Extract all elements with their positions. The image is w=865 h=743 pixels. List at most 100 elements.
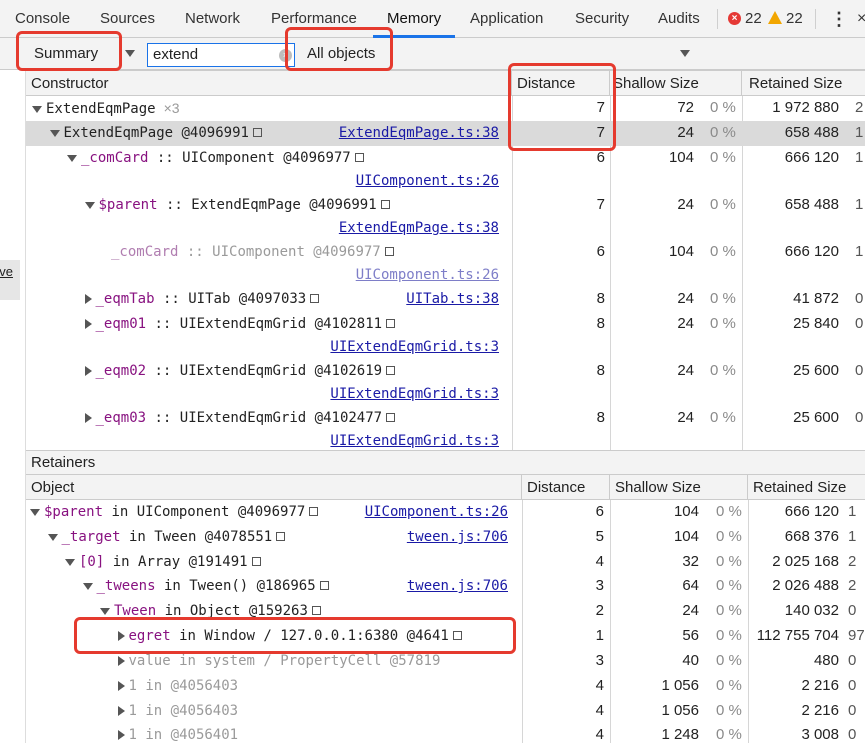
chevron-down-icon[interactable] [680, 50, 690, 57]
expand-right-icon[interactable] [117, 730, 125, 740]
error-icon[interactable]: × [728, 12, 741, 25]
table-row[interactable]: Tween in Object @159263 2 24 0 % 140 032 0 [26, 599, 865, 624]
reveal-icon[interactable] [386, 319, 396, 328]
expand-right-icon[interactable] [84, 413, 92, 423]
reveal-icon[interactable] [252, 128, 262, 137]
table-row[interactable]: [0] in Array @191491 4 32 0 % 2 025 168 2 [26, 550, 865, 575]
reveal-icon[interactable] [276, 532, 286, 541]
table-row[interactable]: $parent :: ExtendEqmPage @4096991 ExtendE… [26, 193, 865, 240]
expand-right-icon[interactable] [84, 366, 92, 376]
reveal-icon[interactable] [319, 581, 329, 590]
tab-application[interactable]: Application [470, 0, 543, 38]
expand-down-icon[interactable] [84, 201, 95, 209]
expand-down-icon[interactable] [49, 129, 60, 137]
col-retained-size[interactable]: Retained Size [742, 71, 865, 96]
expand-right-icon[interactable] [117, 656, 125, 666]
property-name: value [128, 653, 171, 669]
expand-right-icon[interactable] [84, 294, 92, 304]
col-object[interactable]: Object [26, 475, 522, 500]
table-row[interactable]: ExtendEqmPage ×3 7 72 0 % 1 972 880 2 [26, 96, 865, 121]
error-count[interactable]: 22 [745, 0, 762, 38]
table-row[interactable]: _eqm02 :: UIExtendEqmGrid @4102619 UIExte… [26, 359, 865, 406]
class-filter-input[interactable]: extend [147, 43, 295, 67]
col-shallow-size[interactable]: Shallow Size [610, 475, 748, 500]
reveal-icon[interactable] [452, 631, 462, 640]
property-name: Tween [114, 603, 157, 619]
tab-sources[interactable]: Sources [100, 0, 155, 38]
tab-audits[interactable]: Audits [658, 0, 700, 38]
expand-down-icon[interactable] [32, 105, 42, 113]
reveal-icon[interactable] [310, 294, 320, 303]
table-row[interactable]: 1 in @4056401 4 1 248 0 % 3 008 0 [26, 723, 865, 743]
source-link[interactable]: UIComponent.ts:26 [356, 266, 499, 285]
reveal-icon[interactable] [251, 557, 261, 566]
table-row[interactable]: _target in Tween @4078551 tween.js:706 5 10… [26, 525, 865, 550]
expand-down-icon[interactable] [30, 508, 40, 516]
object-filter-select[interactable]: All objects [307, 42, 375, 66]
table-row[interactable]: 1 in @4056403 4 1 056 0 % 2 216 0 [26, 699, 865, 724]
expand-right-icon[interactable] [117, 631, 125, 641]
table-row[interactable]: _comCard :: UIComponent @4096977 UICompon… [26, 146, 865, 193]
retained-size-value: 1 972 880 [772, 99, 839, 116]
col-retained-size[interactable]: Retained Size [748, 475, 865, 500]
table-row[interactable]: ExtendEqmPage @4096991 ExtendEqmPage.ts:3… [26, 121, 865, 146]
chevron-down-icon[interactable] [125, 50, 135, 57]
expand-down-icon[interactable] [65, 558, 75, 566]
table-row[interactable]: value in system / PropertyCell @57819 3 40… [26, 649, 865, 674]
table-row[interactable]: _eqmTab :: UITab @4097033 UITab.ts:38 8 24 0… [26, 287, 865, 312]
source-link[interactable]: ExtendEqmPage.ts:38 [339, 219, 499, 238]
source-link[interactable]: UIComponent.ts:26 [365, 503, 508, 522]
source-link[interactable]: tween.js:706 [407, 577, 508, 596]
reveal-icon[interactable] [384, 247, 394, 256]
source-link[interactable]: UIExtendEqmGrid.ts:3 [330, 338, 499, 357]
tab-performance[interactable]: Performance [271, 0, 357, 38]
expand-down-icon[interactable] [47, 533, 58, 541]
expand-right-icon[interactable] [117, 706, 125, 716]
tab-security[interactable]: Security [575, 0, 629, 38]
source-link[interactable]: UIExtendEqmGrid.ts:3 [330, 385, 499, 404]
table-row[interactable]: 1 in @4056403 4 1 056 0 % 2 216 0 [26, 674, 865, 699]
table-row[interactable]: _tweens in Tween() @186965 tween.js:706 3 6… [26, 574, 865, 599]
table-row[interactable]: _eqm03 :: UIExtendEqmGrid @4102477 UIExte… [26, 406, 865, 450]
table-row[interactable]: $parent in UIComponent @4096977 UICompone… [26, 500, 865, 525]
expand-right-icon[interactable] [84, 319, 92, 329]
source-link[interactable]: UITab.ts:38 [406, 290, 499, 309]
table-row[interactable]: _comCard :: UIComponent @4096977 UICompon… [26, 240, 865, 287]
expand-right-icon[interactable] [117, 681, 125, 691]
view-select[interactable]: Summary [34, 42, 98, 66]
col-distance[interactable]: Distance [512, 71, 610, 96]
tab-memory[interactable]: Memory [387, 0, 441, 38]
warning-icon[interactable] [768, 11, 782, 24]
source-link[interactable]: UIExtendEqmGrid.ts:3 [330, 432, 499, 450]
retainers-title: Retainers [26, 450, 865, 474]
reveal-icon[interactable] [354, 153, 364, 162]
distance-value: 4 [595, 726, 604, 743]
expand-down-icon[interactable] [100, 607, 110, 615]
more-options-icon[interactable]: ⋮ [830, 0, 848, 38]
expand-down-icon[interactable] [82, 582, 93, 590]
memory-toolbar: Summary extend × All objects [0, 38, 865, 70]
clear-filter-icon[interactable]: × [279, 49, 292, 62]
property-name: _tweens [96, 578, 156, 594]
reveal-icon[interactable] [309, 507, 319, 516]
reveal-icon[interactable] [380, 200, 390, 209]
source-link[interactable]: tween.js:706 [407, 528, 508, 547]
save-button[interactable]: ave [0, 260, 20, 300]
reveal-icon[interactable] [386, 366, 396, 375]
expand-down-icon[interactable] [67, 154, 77, 162]
retained-size-percent-clipped: 1 [848, 528, 857, 545]
table-row[interactable]: _eqm01 :: UIExtendEqmGrid @4102811 UIExte… [26, 312, 865, 359]
source-link[interactable]: ExtendEqmPage.ts:38 [339, 124, 499, 143]
tab-network[interactable]: Network [185, 0, 240, 38]
warning-count[interactable]: 22 [786, 0, 803, 38]
reveal-icon[interactable] [311, 606, 321, 615]
col-constructor[interactable]: Constructor [26, 71, 512, 96]
col-shallow-size[interactable]: Shallow Size [610, 71, 742, 96]
source-link[interactable]: UIComponent.ts:26 [356, 172, 499, 191]
table-row[interactable]: egret in Window / 127.0.0.1:6380 @4641 1 5… [26, 624, 865, 649]
tab-console[interactable]: Console [15, 0, 70, 38]
col-distance[interactable]: Distance [522, 475, 610, 500]
reveal-icon[interactable] [386, 413, 396, 422]
retained-size-value: 25 840 [793, 315, 839, 332]
close-icon[interactable]: × [857, 0, 865, 38]
